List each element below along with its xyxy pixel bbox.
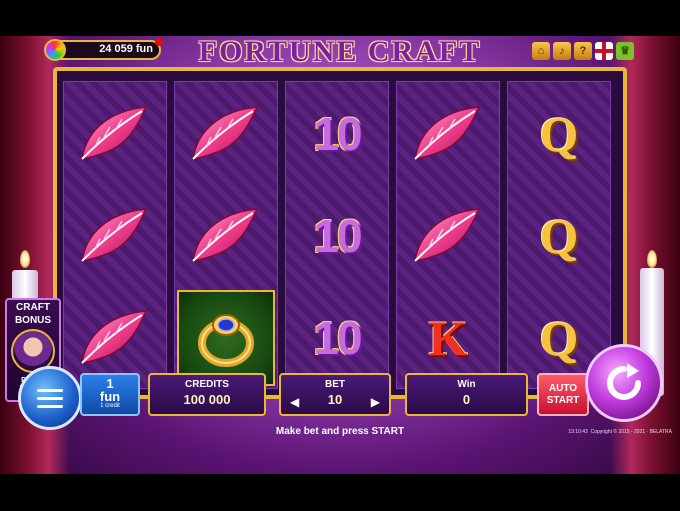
feather-symbol (64, 186, 166, 286)
credits-value: 100 000 (183, 392, 231, 407)
start-label: START (546, 395, 580, 406)
credits-panel: CREDITS 100 000 (148, 373, 266, 416)
win-label: Win (457, 379, 476, 390)
reel-5-symbol-2: Q (508, 186, 610, 286)
top-icon-bar: ⌂ ♪? ♛ (532, 42, 637, 60)
win-panel: Win 0 (405, 373, 528, 416)
reel-5-symbol-1: Q (508, 84, 610, 184)
auto-start-button[interactable]: AUTO START (537, 373, 589, 416)
feather-symbol (175, 84, 277, 184)
menu-icon-line-3 (37, 405, 63, 408)
reel-3-symbol-1: 10 (286, 84, 388, 184)
home-icon[interactable]: ⌂ (532, 42, 550, 60)
symbol-q: Q (539, 310, 579, 366)
balance-gem-icon (44, 39, 66, 61)
uk-flag-icon[interactable] (595, 42, 613, 60)
reel-3-symbol-2: 10 (286, 186, 388, 286)
bet-increase-icon[interactable]: ▶ (371, 395, 380, 409)
reel-4: K (396, 81, 500, 389)
sound-icon[interactable]: ♪ (553, 42, 571, 60)
symbol-10: 10 (313, 108, 362, 160)
reels-frame: 10 10 10 K QQQ (53, 67, 627, 399)
win-value: 0 (462, 392, 471, 407)
menu-icon-line-2 (37, 397, 63, 400)
notification-dot (155, 38, 163, 46)
reel-2 (174, 81, 278, 389)
bet-panel: BET 10 ◀ ▶ (279, 373, 391, 416)
credits-label: CREDITS (185, 379, 229, 390)
clock: 13:10:43 (568, 429, 588, 435)
reel-5: QQQ (507, 81, 611, 389)
reel-1 (63, 81, 167, 389)
feather-symbol (397, 84, 499, 184)
copyright: Copyright © 2015 - 2021 · BELATRA (590, 429, 672, 435)
reel-3: 10 10 10 (285, 81, 389, 389)
feather-symbol (64, 84, 166, 184)
bet-label: BET (325, 379, 345, 390)
feather-symbol (175, 186, 277, 286)
spin-button[interactable] (585, 344, 663, 422)
symbol-10: 10 (313, 210, 362, 262)
trophy-icon[interactable]: ♛ (616, 42, 634, 60)
craft-bonus-title-1: CRAFT (16, 302, 50, 313)
menu-icon-line-1 (37, 389, 63, 392)
feather-symbol (397, 186, 499, 286)
symbol-q: Q (539, 208, 579, 264)
ring-symbol (177, 290, 275, 386)
menu-button[interactable] (18, 366, 82, 430)
top-bar: 24 059 fun FORTUNE CRAFT ⌂ ♪? ♛ (0, 36, 680, 68)
bet-decrease-icon[interactable]: ◀ (290, 395, 299, 409)
left-candle-flame (20, 250, 30, 268)
right-candle-flame (647, 250, 657, 268)
auto-label: AUTO (548, 383, 578, 394)
coin-unit: fun (99, 389, 121, 404)
balance-display[interactable]: 24 059 fun (44, 38, 163, 61)
symbol-q: Q (539, 106, 579, 162)
craft-bonus-title-2: BONUS (14, 315, 52, 326)
symbol-10: 10 (313, 312, 362, 364)
symbol-k: K (428, 310, 468, 366)
balance-value: 24 059 fun (99, 43, 153, 55)
spin-arrow-icon (607, 363, 641, 400)
coin-value-box[interactable]: 1 fun 1 credit (80, 373, 140, 416)
game-title: FORTUNE CRAFT (198, 36, 482, 68)
paytable-icon[interactable]: ? (574, 42, 592, 60)
footer-info: 13:10:43 Copyright © 2015 - 2021 · BELAT… (568, 429, 672, 435)
coin-sub: 1 credit (100, 403, 120, 409)
